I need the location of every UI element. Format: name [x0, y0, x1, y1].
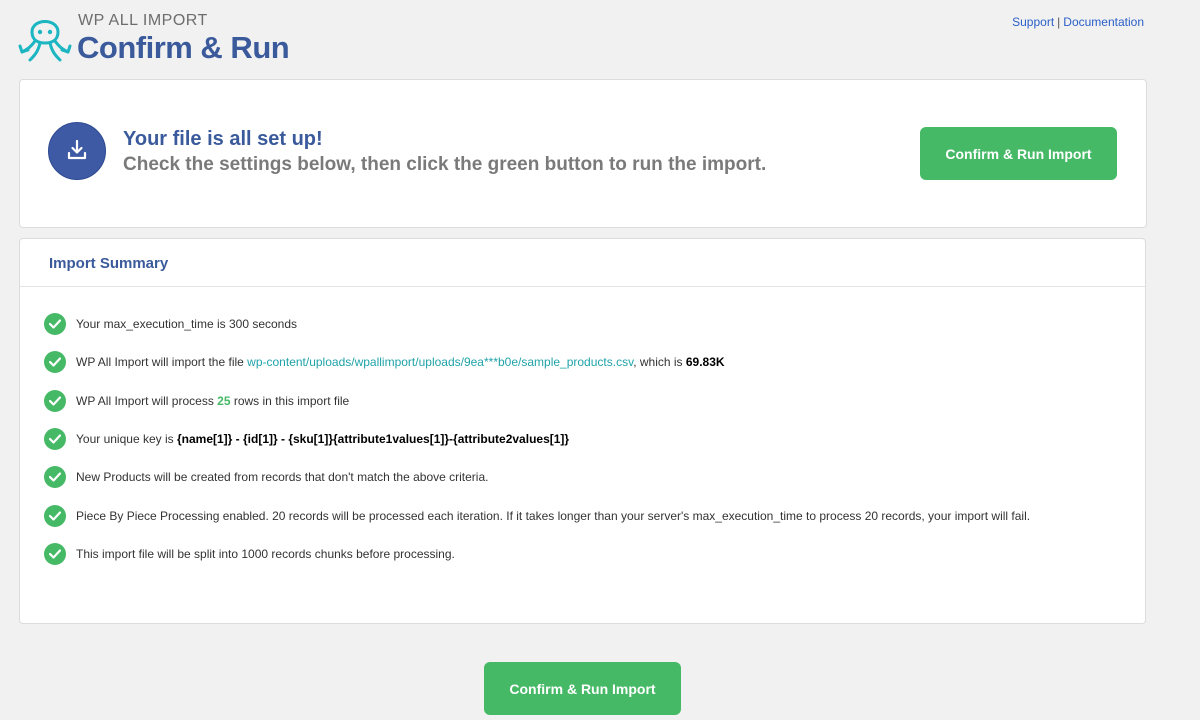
brand-name: WP ALL IMPORT	[78, 12, 208, 29]
import-summary-card: Import Summary Your max_execution_time i…	[19, 238, 1146, 624]
check-icon	[44, 313, 66, 336]
summary-item-text: Your max_execution_time is 300 seconds	[76, 317, 298, 332]
check-icon	[44, 542, 66, 565]
summary-item-text: WP All Import will process 25 rows in th…	[76, 394, 349, 408]
unique-key-value: {name[1]} - {id[1]} - {sku[1]}{attribute…	[176, 432, 570, 447]
link-separator: |	[1057, 15, 1061, 29]
download-icon	[48, 122, 106, 180]
text-segment: Your unique key is	[76, 432, 177, 447]
check-icon	[44, 389, 66, 412]
setup-subheading: Check the settings below, then click the…	[123, 154, 767, 175]
summary-item-split-chunks: This import file will be split into 1000…	[44, 542, 1030, 583]
summary-item-text: Your unique key is {name[1]} - {id[1]} -…	[76, 432, 569, 446]
check-icon	[44, 504, 66, 527]
text-segment: WP All Import will process	[76, 393, 218, 408]
text-segment: WP All Import will import the file	[76, 355, 248, 370]
summary-item-unique-key: Your unique key is {name[1]} - {id[1]} -…	[44, 428, 1030, 468]
summary-item-rows: WP All Import will process 25 rows in th…	[44, 389, 1030, 430]
file-path-link[interactable]: wp-content/uploads/wpallimport/uploads/9…	[247, 355, 633, 369]
summary-item-text: WP All Import will import the file wp-co…	[76, 355, 725, 369]
header: WP ALL IMPORT Confirm & Run Support | Docu…	[0, 0, 1200, 70]
summary-item-piece-processing: Piece By Piece Processing enabled. 20 re…	[44, 504, 1031, 544]
summary-title: Import Summary	[49, 255, 169, 272]
page-title: Confirm & Run	[77, 30, 290, 65]
documentation-link[interactable]: Documentation	[1063, 15, 1144, 29]
text-segment: , which is	[633, 355, 686, 370]
summary-item-text: This import file will be split into 1000…	[76, 546, 455, 561]
summary-header: Import Summary	[20, 239, 1145, 287]
confirm-run-import-button[interactable]: Confirm & Run Import	[920, 127, 1117, 180]
summary-list: Your max_execution_time is 300 seconds W…	[44, 313, 1031, 583]
summary-item-file: WP All Import will import the file wp-co…	[44, 351, 1030, 391]
file-size: 69.83K	[685, 355, 725, 370]
check-icon	[44, 351, 66, 374]
text-segment: rows in this import file	[230, 393, 350, 408]
row-count: 25	[217, 393, 231, 408]
confirm-run-import-bottom-button[interactable]: Confirm & Run Import	[484, 662, 681, 715]
octopus-logo-icon	[18, 20, 72, 62]
summary-item-execution-time: Your max_execution_time is 300 seconds	[44, 313, 1030, 353]
support-link[interactable]: Support	[1012, 15, 1054, 29]
setup-heading: Your file is all set up!	[123, 128, 323, 150]
summary-item-text: Piece By Piece Processing enabled. 20 re…	[76, 508, 1031, 523]
top-links: Support | Documentation	[1012, 15, 1144, 29]
summary-item-new-products: New Products will be created from record…	[44, 466, 1030, 506]
setup-card: Your file is all set up! Check the setti…	[19, 79, 1147, 228]
summary-item-text: New Products will be created from record…	[76, 470, 489, 485]
check-icon	[44, 428, 66, 451]
check-icon	[44, 466, 66, 489]
